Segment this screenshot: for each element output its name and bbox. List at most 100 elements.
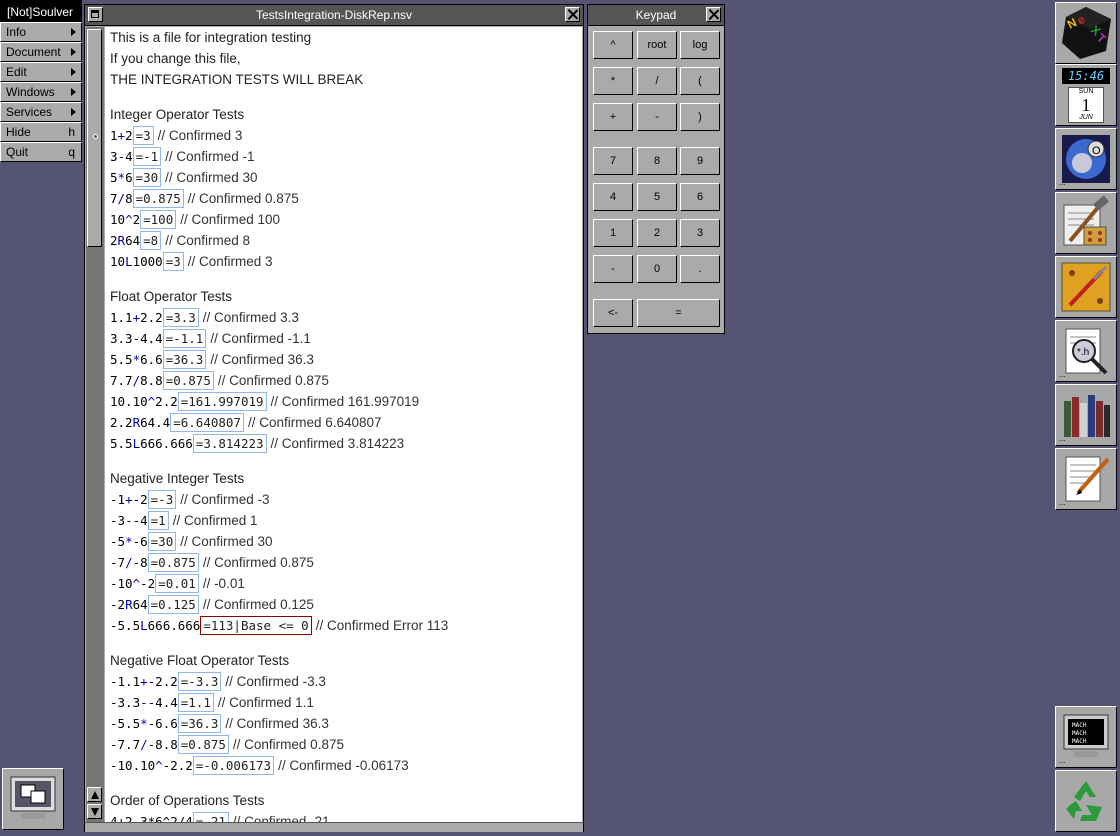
keypad-key[interactable]: ( bbox=[680, 67, 720, 95]
calc-line[interactable]: -10^-2 =0.01// -0.01 bbox=[110, 573, 580, 594]
result-box[interactable]: =3.814223 bbox=[192, 434, 267, 453]
keypad-close-button[interactable] bbox=[706, 7, 721, 22]
calc-line[interactable]: 1+2 =3// Confirmed 3 bbox=[110, 125, 580, 146]
dock-project-builder-tile[interactable] bbox=[1055, 192, 1117, 254]
menu-item-windows[interactable]: Windows bbox=[0, 82, 82, 102]
calc-line[interactable]: -1.1+-2.2 =-3.3// Confirmed -3.3 bbox=[110, 671, 580, 692]
dock-interface-builder-tile[interactable] bbox=[1055, 256, 1117, 318]
result-box[interactable]: =1.1 bbox=[177, 693, 214, 712]
keypad-key[interactable]: 5 bbox=[637, 183, 677, 211]
keypad-key[interactable]: log bbox=[680, 31, 720, 59]
result-box[interactable]: =8 bbox=[140, 231, 162, 250]
calc-line[interactable]: -3.3--4.4 =1.1// Confirmed 1.1 bbox=[110, 692, 580, 713]
result-box[interactable]: =3.3 bbox=[162, 308, 199, 327]
result-box[interactable]: =6.640807 bbox=[170, 413, 244, 432]
keypad-key[interactable]: 7 bbox=[593, 147, 633, 175]
keypad-key[interactable]: root bbox=[637, 31, 677, 59]
miniaturize-button[interactable] bbox=[88, 7, 103, 22]
keypad-key[interactable]: 2 bbox=[637, 219, 677, 247]
menu-item-edit[interactable]: Edit bbox=[0, 62, 82, 82]
result-box[interactable]: =0.125 bbox=[147, 595, 199, 614]
keypad-key[interactable]: ) bbox=[680, 103, 720, 131]
keypad-key[interactable]: ^ bbox=[593, 31, 633, 59]
result-box[interactable]: =3 bbox=[162, 252, 184, 271]
window-resize-bar[interactable] bbox=[85, 822, 583, 832]
result-box[interactable]: =30 bbox=[132, 168, 162, 187]
scroll-up-button[interactable] bbox=[87, 787, 102, 802]
calc-line[interactable]: 2.2R64.4 =6.640807// Confirmed 6.640807 bbox=[110, 412, 580, 433]
keypad-equals-button[interactable]: = bbox=[637, 299, 720, 327]
calc-line[interactable]: 2R64 =8// Confirmed 8 bbox=[110, 230, 580, 251]
result-box[interactable]: =36.3 bbox=[162, 350, 207, 369]
calc-line[interactable]: -2R64 =0.125// Confirmed 0.125 bbox=[110, 594, 580, 615]
menu-item-document[interactable]: Document bbox=[0, 42, 82, 62]
dock-recycler-tile[interactable] bbox=[1055, 770, 1117, 832]
calc-line[interactable]: 10.10^2.2 =161.997019// Confirmed 161.997… bbox=[110, 391, 580, 412]
calc-line[interactable]: -5.5L666.666 =113|Base <= 0// Confirmed E… bbox=[110, 615, 580, 636]
dock-omniweb-tile[interactable]: O ... bbox=[1055, 128, 1117, 190]
result-box[interactable]: =1 bbox=[147, 511, 169, 530]
keypad-key[interactable]: + bbox=[593, 103, 633, 131]
result-box[interactable]: =-1.1 bbox=[162, 329, 207, 348]
keypad-key[interactable]: - bbox=[593, 255, 633, 283]
result-box[interactable]: =-1 bbox=[132, 147, 162, 166]
menu-item-info[interactable]: Info bbox=[0, 22, 82, 42]
result-box[interactable]: =0.875 bbox=[177, 735, 229, 754]
calc-line[interactable]: -3--4 =1// Confirmed 1 bbox=[110, 510, 580, 531]
dock-clock-tile[interactable]: 15:46 SUN 1 JUN bbox=[1055, 64, 1117, 126]
document-text-area[interactable]: This is a file for integration testing If… bbox=[105, 27, 582, 822]
result-box[interactable]: =0.875 bbox=[132, 189, 184, 208]
result-box[interactable]: =36.3 bbox=[177, 714, 222, 733]
keypad-key[interactable]: * bbox=[593, 67, 633, 95]
result-box[interactable]: =0.01 bbox=[155, 574, 199, 593]
keypad-backspace-button[interactable]: <- bbox=[593, 299, 633, 327]
result-box[interactable]: =30 bbox=[147, 532, 177, 551]
calc-line[interactable]: 5*6 =30// Confirmed 30 bbox=[110, 167, 580, 188]
result-box[interactable]: =0.875 bbox=[162, 371, 214, 390]
scroll-down-button[interactable] bbox=[87, 804, 102, 819]
miniwindow-tile[interactable] bbox=[2, 768, 64, 830]
result-box[interactable]: =-0.006173 bbox=[192, 756, 275, 775]
keypad-key[interactable]: 6 bbox=[680, 183, 720, 211]
close-button[interactable] bbox=[565, 7, 580, 22]
dock-header-viewer-tile[interactable]: *.h ... bbox=[1055, 320, 1117, 382]
result-box[interactable]: =-21 bbox=[192, 812, 229, 822]
keypad-key[interactable]: 1 bbox=[593, 219, 633, 247]
vertical-scrollbar[interactable] bbox=[86, 27, 104, 822]
menu-item-quit[interactable]: Quit q bbox=[0, 142, 82, 162]
document-titlebar[interactable]: TestsIntegration-DiskRep.nsv bbox=[85, 5, 583, 26]
keypad-key[interactable]: 9 bbox=[680, 147, 720, 175]
menu-item-hide[interactable]: Hide h bbox=[0, 122, 82, 142]
result-box[interactable]: =0.875 bbox=[147, 553, 199, 572]
calc-line[interactable]: 3.3-4.4 =-1.1// Confirmed -1.1 bbox=[110, 328, 580, 349]
calc-line[interactable]: -10.10^-2.2 =-0.006173// Confirmed -0.061… bbox=[110, 755, 580, 776]
calc-line[interactable]: -1+-2 =-3// Confirmed -3 bbox=[110, 489, 580, 510]
calc-line[interactable]: 10L1000 =3// Confirmed 3 bbox=[110, 251, 580, 272]
calc-line[interactable]: 1.1+2.2 =3.3// Confirmed 3.3 bbox=[110, 307, 580, 328]
keypad-titlebar[interactable]: Keypad bbox=[588, 5, 724, 26]
dock-terminal-tile[interactable]: MACH MACH MACH ... bbox=[1055, 706, 1117, 768]
error-result-box[interactable]: =113|Base <= 0 bbox=[200, 616, 312, 635]
calc-line[interactable]: -7.7/-8.8 =0.875// Confirmed 0.875 bbox=[110, 734, 580, 755]
dock-next-tile[interactable]: N e X T bbox=[1055, 2, 1117, 64]
calc-line[interactable]: 3-4 =-1// Confirmed -1 bbox=[110, 146, 580, 167]
scroll-knob[interactable] bbox=[87, 29, 102, 247]
keypad-key[interactable]: . bbox=[680, 255, 720, 283]
calc-line[interactable]: 10^2 =100// Confirmed 100 bbox=[110, 209, 580, 230]
result-box[interactable]: =100 bbox=[140, 210, 177, 229]
dock-text-edit-tile[interactable]: ... bbox=[1055, 448, 1117, 510]
keypad-key[interactable]: 8 bbox=[637, 147, 677, 175]
calc-line[interactable]: 7.7/8.8 =0.875// Confirmed 0.875 bbox=[110, 370, 580, 391]
keypad-key[interactable]: 3 bbox=[680, 219, 720, 247]
calc-line[interactable]: 5.5*6.6 =36.3// Confirmed 36.3 bbox=[110, 349, 580, 370]
calc-line[interactable]: -5*-6 =30// Confirmed 30 bbox=[110, 531, 580, 552]
result-box[interactable]: =161.997019 bbox=[177, 392, 267, 411]
result-box[interactable]: =-3 bbox=[147, 490, 177, 509]
result-box[interactable]: =-3.3 bbox=[177, 672, 222, 691]
calc-line[interactable]: 5.5L666.666 =3.814223// Confirmed 3.81422… bbox=[110, 433, 580, 454]
menu-item-services[interactable]: Services bbox=[0, 102, 82, 122]
calc-line[interactable]: 7/8 =0.875// Confirmed 0.875 bbox=[110, 188, 580, 209]
result-box[interactable]: =3 bbox=[132, 126, 154, 145]
calc-line[interactable]: -5.5*-6.6 =36.3// Confirmed 36.3 bbox=[110, 713, 580, 734]
keypad-key[interactable]: / bbox=[637, 67, 677, 95]
